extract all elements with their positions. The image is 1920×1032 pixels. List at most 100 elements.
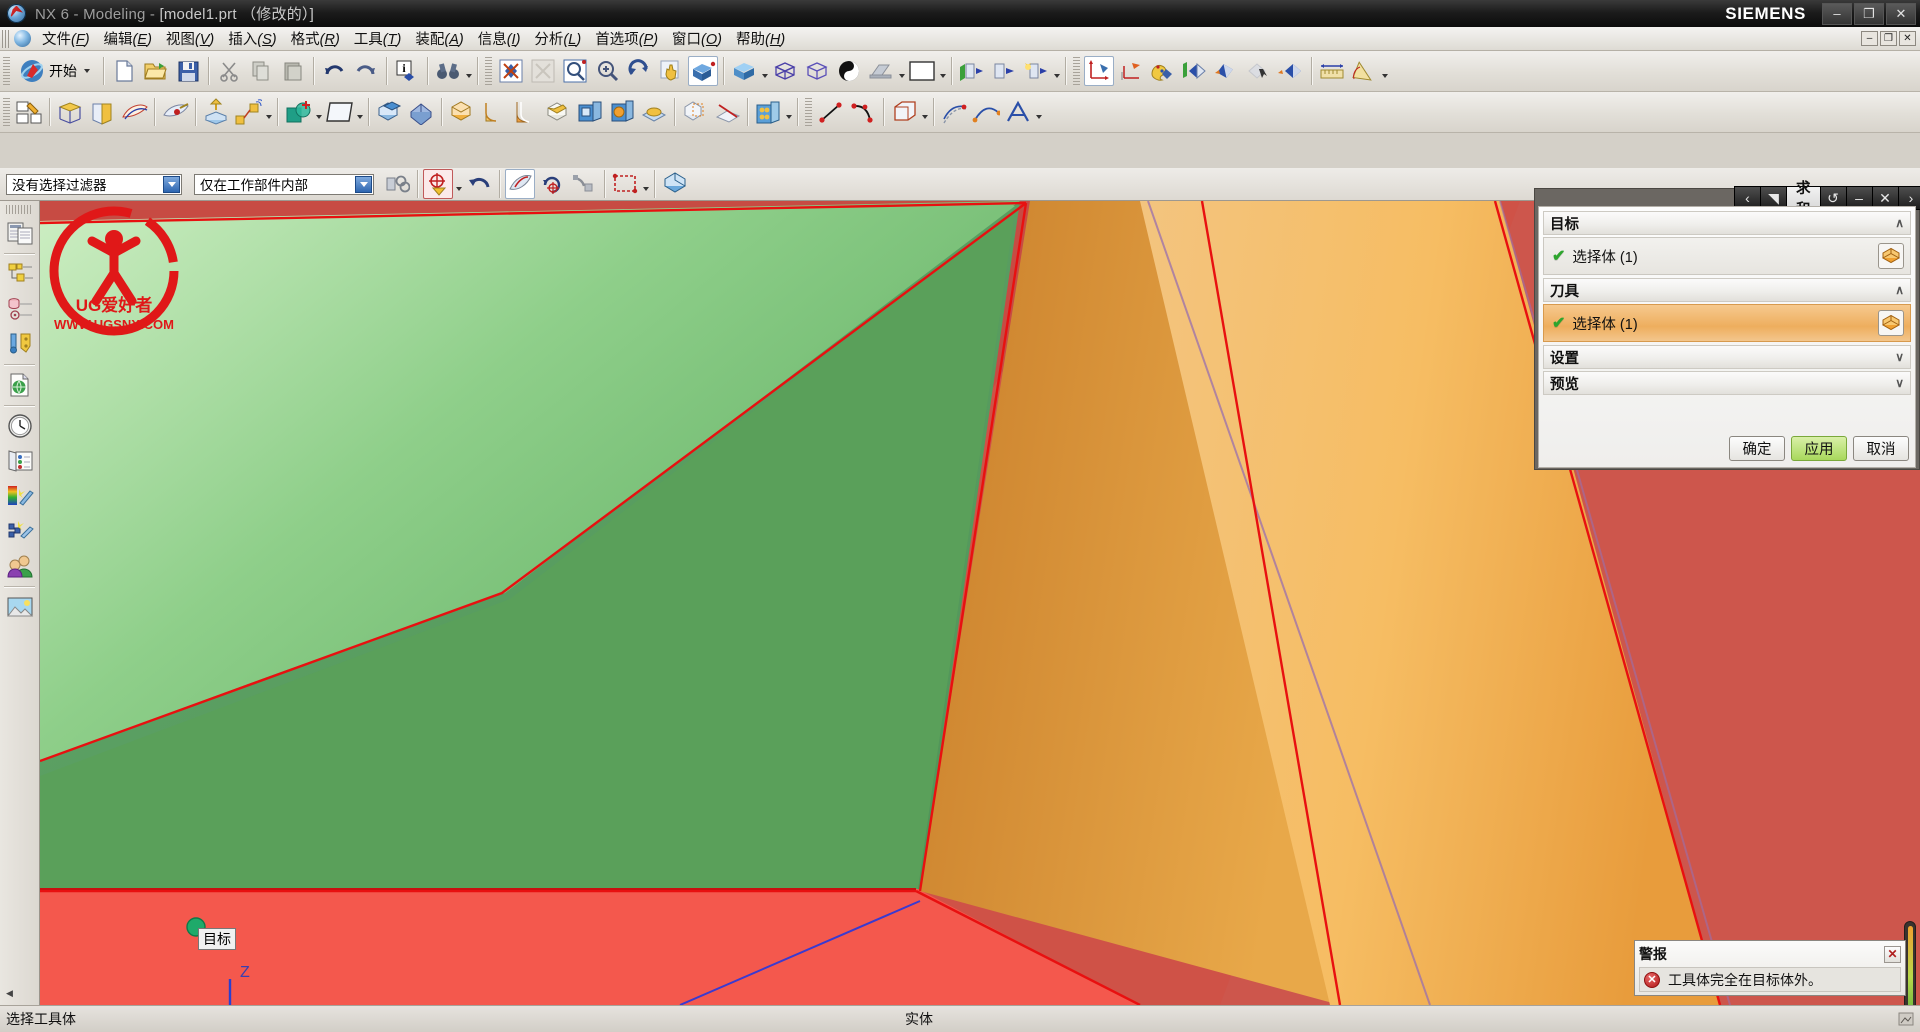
binoculars-dropdown-arrow[interactable]: [464, 57, 473, 85]
history-palette-icon[interactable]: [3, 328, 37, 360]
feature-group-icon[interactable]: [753, 97, 783, 127]
save-icon[interactable]: [173, 56, 203, 86]
pocket-icon[interactable]: [575, 97, 605, 127]
menu-item-file[interactable]: 文件(F): [35, 26, 97, 51]
wireframe-view-icon[interactable]: [770, 56, 800, 86]
offset-curve-icon[interactable]: [939, 97, 969, 127]
html-help-icon[interactable]: [3, 515, 37, 547]
solid-body-select-icon[interactable]: [660, 169, 690, 199]
new-file-icon[interactable]: [109, 56, 139, 86]
perspective-view-icon[interactable]: [688, 56, 718, 86]
show-hide-icon[interactable]: [957, 56, 987, 86]
cancel-button[interactable]: 取消: [1853, 436, 1909, 461]
dialog-group-header-settings[interactable]: 设置 ∨: [1543, 345, 1911, 369]
select-body-row-target[interactable]: ✔ 选择体 (1): [1543, 237, 1911, 275]
window-maximize-button[interactable]: ❐: [1854, 2, 1884, 25]
chevron-up-icon[interactable]: ∧: [1895, 283, 1904, 297]
snap-settings-icon[interactable]: [569, 169, 599, 199]
toolbar-grip[interactable]: [1073, 57, 1080, 85]
mdi-minimize-button[interactable]: –: [1861, 31, 1878, 46]
mdi-restore-button[interactable]: ❐: [1880, 31, 1897, 46]
apply-button[interactable]: 应用: [1791, 436, 1847, 461]
system-scene-icon[interactable]: [3, 480, 37, 512]
select-mode-dropdown-arrow[interactable]: [641, 170, 650, 198]
orient-view-dropdown-arrow[interactable]: [760, 57, 769, 85]
start-menu-button[interactable]: 开始: [14, 56, 98, 86]
web-browser-icon[interactable]: [3, 369, 37, 401]
window-minimize-button[interactable]: –: [1822, 2, 1852, 25]
menu-item-assembly[interactable]: 装配(A): [408, 26, 470, 51]
redo-icon[interactable]: [351, 56, 381, 86]
assembly-navigator-icon[interactable]: [3, 217, 37, 249]
background-dropdown-arrow[interactable]: [938, 57, 947, 85]
menu-item-edit[interactable]: 编辑(E): [97, 26, 159, 51]
rotate-view-icon[interactable]: [624, 56, 654, 86]
resource-bar-grip[interactable]: [6, 205, 33, 214]
dialog-group-header-preview[interactable]: 预览 ∨: [1543, 371, 1911, 395]
measure-angle-icon[interactable]: [1349, 56, 1379, 86]
history-clock-icon[interactable]: [3, 410, 37, 442]
material-properties-icon[interactable]: [1148, 56, 1178, 86]
mdi-close-button[interactable]: ✕: [1899, 31, 1916, 46]
show-all-icon[interactable]: [1021, 56, 1051, 86]
part-navigator-edit-icon[interactable]: [14, 97, 44, 127]
menu-item-insert[interactable]: 插入(S): [221, 26, 283, 51]
curve-ops-dropdown-arrow[interactable]: [1034, 98, 1043, 126]
line-icon[interactable]: [816, 97, 846, 127]
face-blend-icon[interactable]: [511, 97, 541, 127]
wcs-dynamics-icon[interactable]: [1084, 56, 1114, 86]
zoom-in-out-icon[interactable]: [592, 56, 622, 86]
undo-selection-icon[interactable]: [464, 169, 494, 199]
arc-icon[interactable]: [848, 97, 878, 127]
datum-csys-icon[interactable]: [406, 97, 436, 127]
basic-curves-icon[interactable]: [889, 97, 919, 127]
copy-icon[interactable]: [246, 56, 276, 86]
menu-item-analysis[interactable]: 分析(L): [527, 26, 588, 51]
chevron-down-icon[interactable]: ∨: [1895, 376, 1904, 390]
toolbar-grip[interactable]: [3, 98, 10, 126]
menu-item-prefs[interactable]: 首选项(P): [588, 26, 665, 51]
curve-surface-icon[interactable]: [119, 97, 149, 127]
static-wireframe-icon[interactable]: [802, 56, 832, 86]
body-select-icon[interactable]: [1878, 310, 1904, 336]
sketch-in-task-icon[interactable]: [87, 97, 117, 127]
information-icon[interactable]: i: [392, 56, 422, 86]
datum-plane-icon[interactable]: [160, 97, 190, 127]
shell-icon[interactable]: [447, 97, 477, 127]
extrude-icon[interactable]: [201, 97, 231, 127]
shading-toggle-icon[interactable]: [834, 56, 864, 86]
hole-icon[interactable]: [607, 97, 637, 127]
measure-distance-icon[interactable]: [1317, 56, 1347, 86]
curves-dropdown-arrow[interactable]: [920, 98, 929, 126]
boolean-unite-icon[interactable]: [283, 97, 313, 127]
display-mode-dropdown-arrow[interactable]: [897, 57, 906, 85]
undo-icon[interactable]: [319, 56, 349, 86]
dialog-group-header-tool[interactable]: 刀具 ∧: [1543, 278, 1911, 302]
menu-item-window[interactable]: 窗口(O): [665, 26, 729, 51]
trim-dropdown-arrow[interactable]: [355, 98, 364, 126]
boss-icon[interactable]: [639, 97, 669, 127]
status-indicator-icon[interactable]: [1898, 1012, 1914, 1026]
hide-icon[interactable]: [989, 56, 1019, 86]
menu-item-tools[interactable]: 工具(T): [347, 26, 409, 51]
dialog-group-header-target[interactable]: 目标 ∧: [1543, 211, 1911, 235]
scene-image-icon[interactable]: [3, 591, 37, 623]
select-body-row-tool[interactable]: ✔ 选择体 (1): [1543, 304, 1911, 342]
bridge-curve-icon[interactable]: [971, 97, 1001, 127]
feature-group-dropdown-arrow[interactable]: [784, 98, 793, 126]
user-roles-icon[interactable]: [3, 550, 37, 582]
reuse-library-icon[interactable]: [3, 293, 37, 325]
body-select-icon[interactable]: [1878, 243, 1904, 269]
fit-view-icon[interactable]: [496, 56, 526, 86]
text-curve-icon[interactable]: [1003, 97, 1033, 127]
rectangle-select-icon[interactable]: [610, 169, 640, 199]
background-color-icon[interactable]: [907, 56, 937, 86]
menu-item-info[interactable]: 信息(I): [471, 26, 528, 51]
sketch-icon[interactable]: [55, 97, 85, 127]
toolbar-grip[interactable]: [485, 57, 492, 85]
wcs-orient-icon[interactable]: [1116, 56, 1146, 86]
part-navigator-icon[interactable]: [3, 258, 37, 290]
measure-dropdown-arrow[interactable]: [1380, 57, 1389, 85]
roles-palette-icon[interactable]: [3, 445, 37, 477]
block-icon[interactable]: [374, 97, 404, 127]
